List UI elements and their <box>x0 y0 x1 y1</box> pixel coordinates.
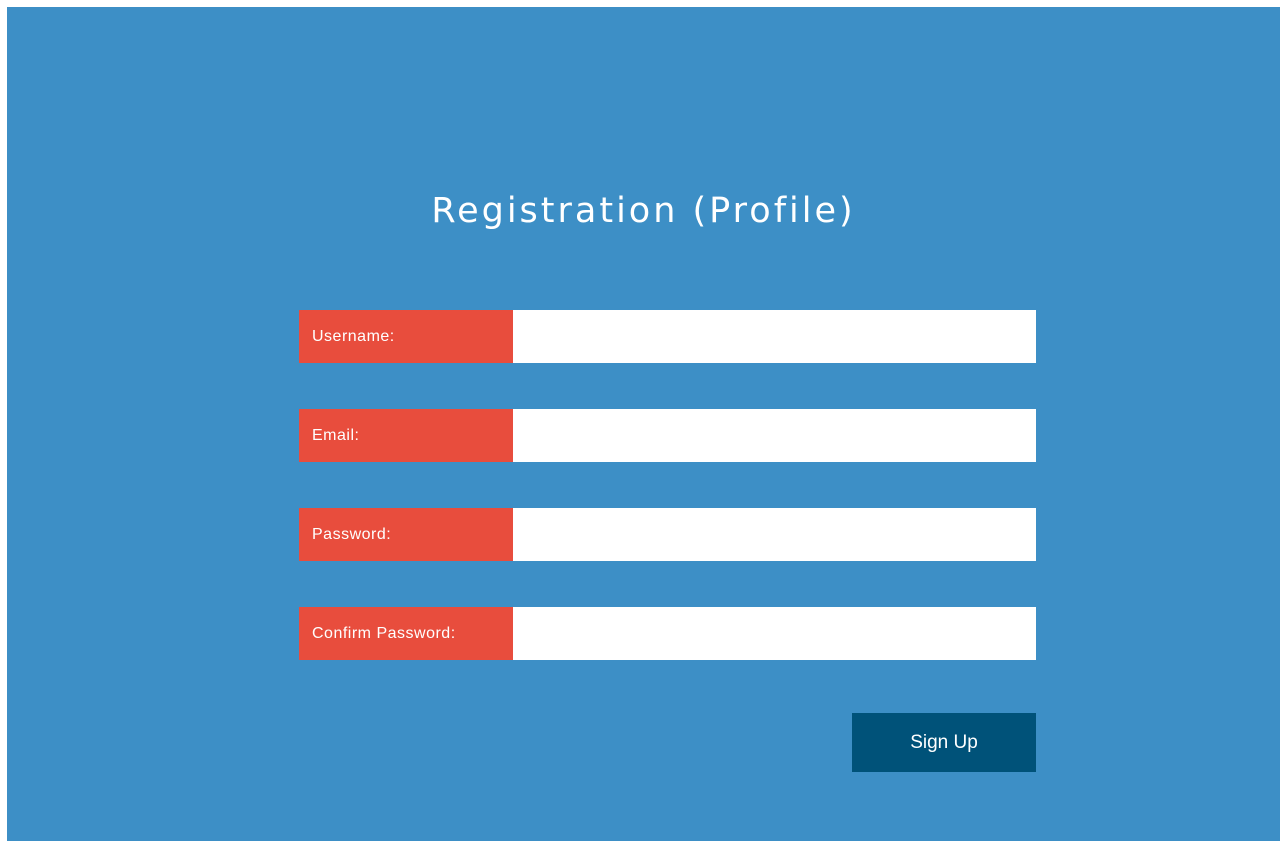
registration-panel: Registration (Profile) Username: Email: … <box>7 7 1280 841</box>
username-label: Username: <box>299 310 526 363</box>
username-input[interactable] <box>513 310 1036 363</box>
password-label-text: Password: <box>312 526 392 543</box>
password-label: Password: <box>299 508 526 561</box>
sign-up-button[interactable]: Sign Up <box>852 713 1036 772</box>
confirm-password-label: Confirm Password: <box>299 607 526 660</box>
email-label-text: Email: <box>312 427 360 444</box>
password-row: Password: <box>299 508 1036 561</box>
email-input[interactable] <box>513 409 1036 462</box>
confirm-password-row: Confirm Password: <box>299 607 1036 660</box>
page-title: Registration (Profile) <box>431 191 856 231</box>
email-label: Email: <box>299 409 526 462</box>
confirm-password-input[interactable] <box>513 607 1036 660</box>
confirm-password-label-text: Confirm Password: <box>312 625 456 642</box>
email-row: Email: <box>299 409 1036 462</box>
username-label-text: Username: <box>312 328 395 345</box>
username-row: Username: <box>299 310 1036 363</box>
password-input[interactable] <box>513 508 1036 561</box>
